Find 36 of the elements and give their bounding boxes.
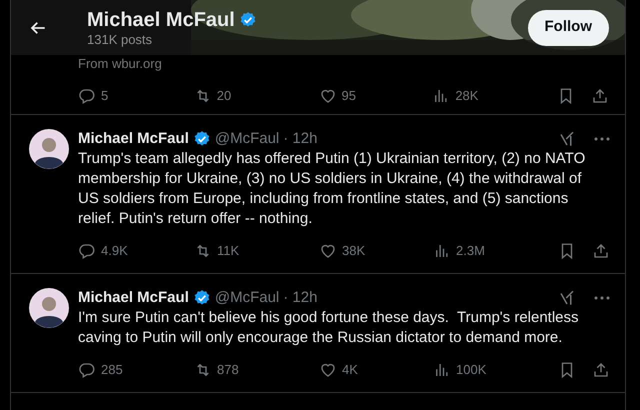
avatar[interactable] <box>29 288 69 328</box>
repost-count: 11K <box>217 242 240 260</box>
heart-icon[interactable] <box>318 87 337 105</box>
view-count: 2.3M <box>456 242 485 260</box>
heart-icon[interactable] <box>319 361 337 379</box>
view-count: 100K <box>456 361 486 380</box>
like-count: 38K <box>342 242 366 260</box>
reply-icon[interactable] <box>78 361 96 379</box>
post-time[interactable]: · 12h <box>283 128 318 150</box>
post-time[interactable]: · 12h <box>283 286 318 310</box>
replie-count: 5 <box>101 87 108 106</box>
like-count: 95 <box>342 87 356 106</box>
link-source[interactable]: From wbur.org <box>78 56 609 72</box>
reply-icon[interactable] <box>78 87 96 105</box>
author-name[interactable]: Michael McFaul <box>78 128 189 150</box>
like-count: 4K <box>342 361 358 380</box>
author-handle[interactable]: @McFaul <box>214 286 280 310</box>
author-name[interactable]: Michael McFaul <box>78 286 189 310</box>
more-icon[interactable] <box>594 296 610 300</box>
replie-count: 285 <box>101 361 123 380</box>
profile-name: Michael McFaul <box>87 8 235 32</box>
share-icon[interactable] <box>591 87 609 105</box>
repost-count: 20 <box>216 87 232 106</box>
author-handle[interactable]: @McFaul <box>214 128 280 150</box>
reply-icon[interactable] <box>78 242 96 260</box>
more-icon[interactable] <box>594 137 610 141</box>
share-icon[interactable] <box>592 242 610 260</box>
view-count: 28K <box>455 87 478 106</box>
post-count: 131K posts <box>87 32 154 48</box>
share-icon[interactable] <box>592 361 610 379</box>
avatar[interactable] <box>29 129 69 169</box>
repost-count: 878 <box>217 361 239 380</box>
post-text: Trump's team allegedly has offered Putin (1) Ukrainian territory, (2) no NATO membership for Ukraine, (3) no US soldiers in Ukraine, (4) the withdrawal of US soldiers from Europe, including from frontline states, and (5) sanctions relief. Putin's return offer -- nothing. <box>78 149 586 229</box>
heart-icon[interactable] <box>319 242 337 260</box>
replie-count: 4.9K <box>101 242 128 260</box>
post-text: I'm sure Putin can't believe his good fortune these days. Trump's relentless caving to Putin will only encourage the Russian dictator to demand more. <box>78 308 580 348</box>
